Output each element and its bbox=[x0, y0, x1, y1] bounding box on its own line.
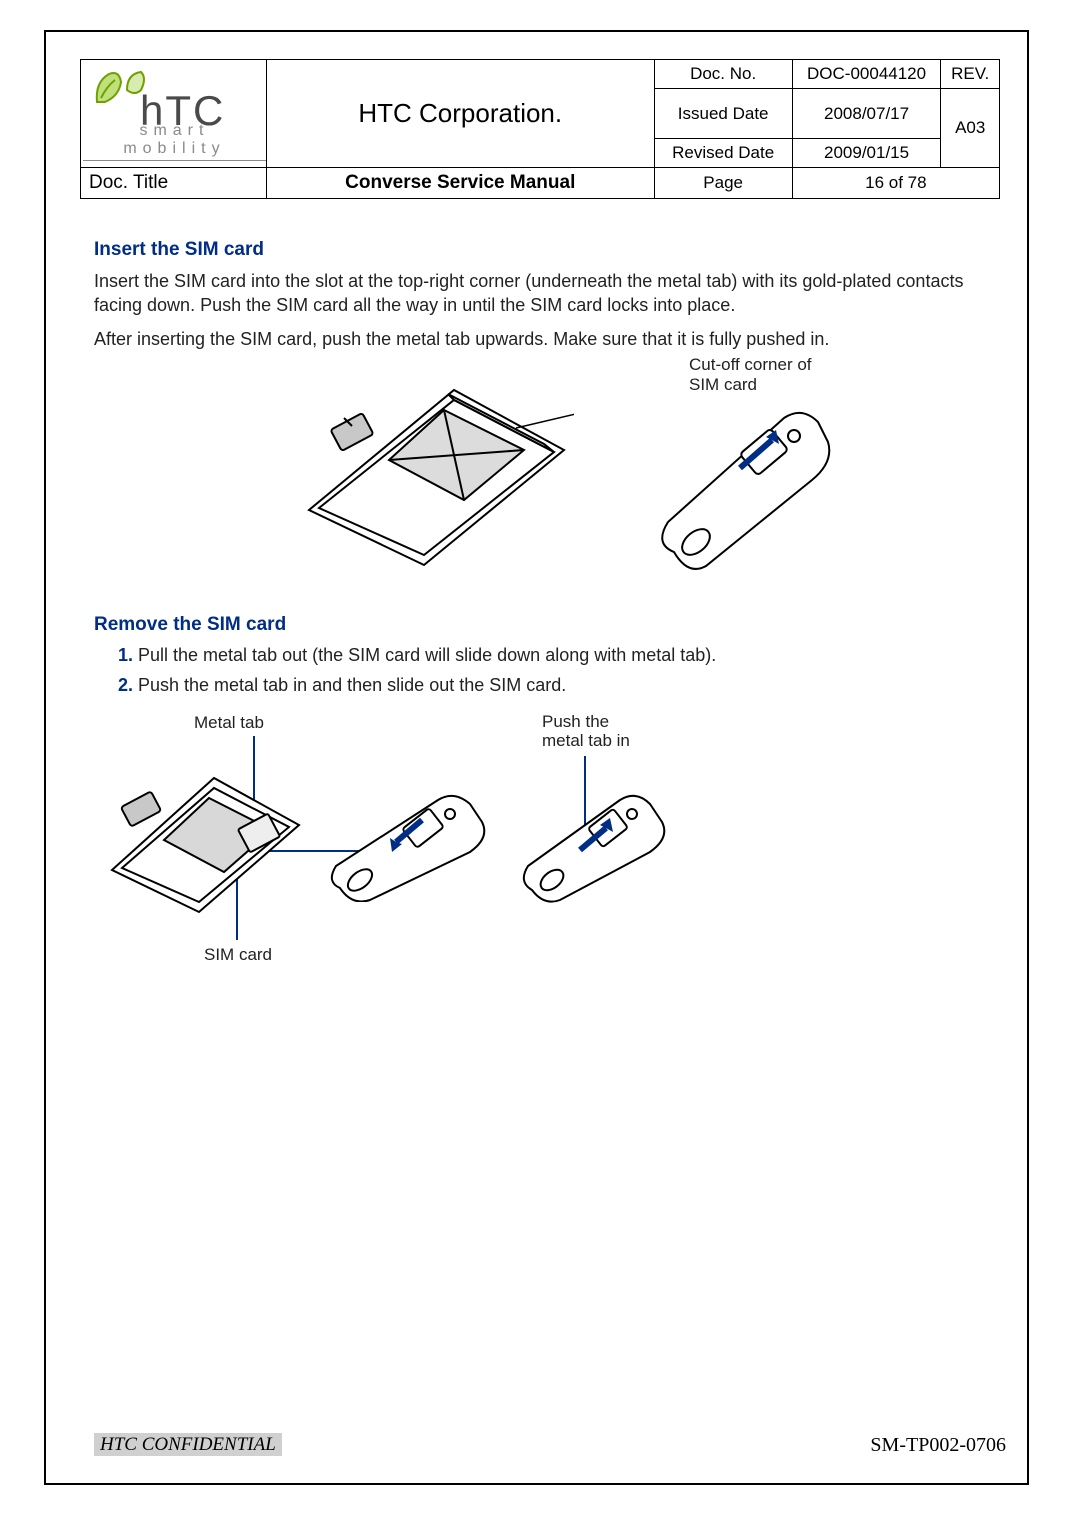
illustration-sim-slot-open bbox=[294, 380, 574, 570]
caption-sim-card: SIM card bbox=[204, 944, 272, 967]
content-area: Insert the SIM card Insert the SIM card … bbox=[94, 237, 964, 982]
label-issued: Issued Date bbox=[654, 89, 792, 139]
figure-remove-sim: Metal tab Push the metal tab in SIM card bbox=[94, 712, 964, 982]
label-doc-no: Doc. No. bbox=[654, 60, 792, 89]
caption-push-tab: Push the metal tab in bbox=[542, 712, 630, 751]
caption-cutoff-line2: SIM card bbox=[689, 375, 757, 394]
caption-push-line2: metal tab in bbox=[542, 731, 630, 750]
logo-cell: hTC smart mobility bbox=[81, 60, 267, 168]
value-rev: A03 bbox=[941, 89, 1000, 168]
doc-header-table: hTC smart mobility HTC Corporation. Doc.… bbox=[80, 59, 1000, 199]
label-revised: Revised Date bbox=[654, 139, 792, 168]
caption-push-line1: Push the bbox=[542, 712, 609, 731]
page-frame: hTC smart mobility HTC Corporation. Doc.… bbox=[44, 30, 1029, 1485]
htc-tagline: smart mobility bbox=[83, 122, 266, 161]
insert-sim-paragraph-2: After inserting the SIM card, push the m… bbox=[94, 327, 964, 351]
insert-sim-paragraph-1: Insert the SIM card into the slot at the… bbox=[94, 269, 964, 318]
illustration-phone-back-arrow-in bbox=[514, 790, 669, 905]
caption-metal-tab: Metal tab bbox=[194, 712, 264, 735]
value-page: 16 of 78 bbox=[792, 168, 999, 199]
heading-remove-sim: Remove the SIM card bbox=[94, 612, 964, 638]
caption-cutoff-line1: Cut-off corner of bbox=[689, 355, 812, 374]
label-page: Page bbox=[654, 168, 792, 199]
label-rev: REV. bbox=[941, 60, 1000, 89]
illustration-slot-open-2 bbox=[104, 770, 304, 920]
value-doc-title: Converse Service Manual bbox=[266, 168, 654, 199]
htc-logo: hTC smart mobility bbox=[81, 60, 266, 167]
value-revised: 2009/01/15 bbox=[792, 139, 941, 168]
label-doc-title: Doc. Title bbox=[81, 168, 267, 199]
value-issued: 2008/07/17 bbox=[792, 89, 941, 139]
value-doc-no: DOC-00044120 bbox=[792, 60, 941, 89]
confidential-stamp: HTC CONFIDENTIAL bbox=[94, 1433, 282, 1456]
footer-code: SM-TP002-0706 bbox=[870, 1434, 1006, 1457]
figure-insert-sim: Cut-off corner of SIM card bbox=[294, 362, 854, 592]
caption-cutoff: Cut-off corner of SIM card bbox=[689, 355, 812, 396]
illustration-phone-back-arrow-out bbox=[322, 792, 492, 902]
illustration-phone-back-1 bbox=[644, 402, 834, 572]
page-footer: HTC CONFIDENTIAL SM-TP002-0706 bbox=[94, 1434, 1006, 1457]
remove-sim-step-1: Pull the metal tab out (the SIM card wil… bbox=[138, 643, 964, 667]
remove-sim-steps: Pull the metal tab out (the SIM card wil… bbox=[94, 643, 964, 698]
remove-sim-step-2: Push the metal tab in and then slide out… bbox=[138, 673, 964, 697]
heading-insert-sim: Insert the SIM card bbox=[94, 237, 964, 263]
company-name: HTC Corporation. bbox=[266, 60, 654, 168]
